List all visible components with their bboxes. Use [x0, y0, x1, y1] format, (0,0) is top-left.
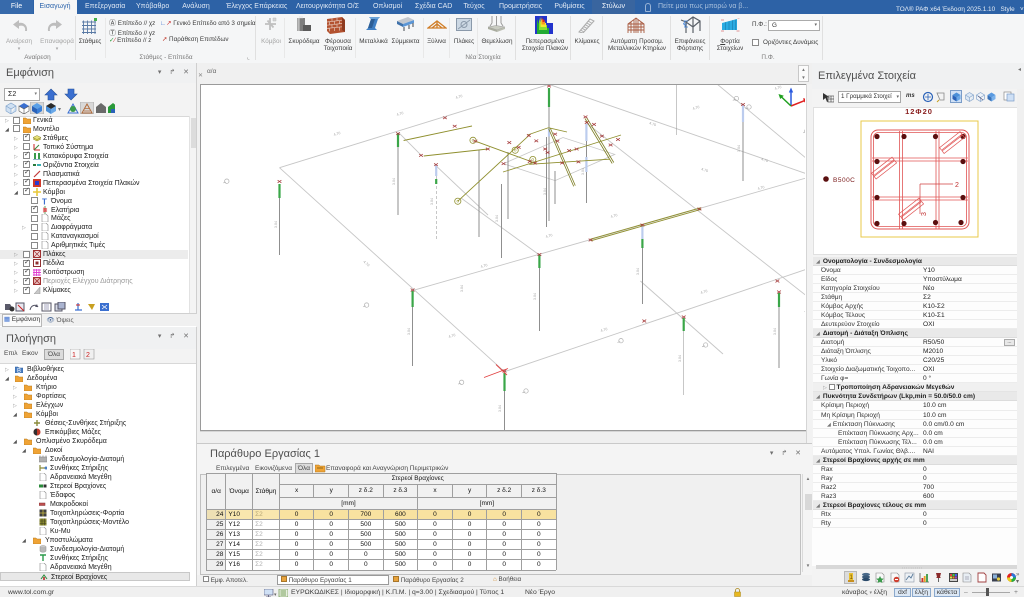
svg-text:2: 2	[955, 182, 959, 189]
svg-text:4.70: 4.70	[545, 233, 553, 239]
svg-text:3.04: 3.04	[495, 215, 499, 222]
svg-text:3.04: 3.04	[543, 188, 547, 195]
svg-text:3.04: 3.04	[430, 198, 434, 205]
svg-text:3: 3	[921, 212, 928, 216]
svg-text:1: 1	[72, 352, 76, 359]
svg-text:4.70: 4.70	[455, 94, 463, 100]
svg-text:4.70: 4.70	[396, 111, 404, 117]
svg-text:4.70: 4.70	[692, 105, 700, 111]
svg-text:4.70: 4.70	[610, 213, 618, 219]
svg-text:Β500C: Β500C	[833, 177, 855, 184]
svg-text:3.04: 3.04	[581, 168, 585, 175]
svg-text:3.04: 3.04	[460, 285, 464, 292]
svg-text:3.04: 3.04	[498, 405, 502, 412]
svg-text:▾: ▾	[274, 592, 277, 597]
svg-text:4.70: 4.70	[600, 327, 608, 333]
svg-text:3.04: 3.04	[678, 355, 682, 362]
svg-text:▾: ▾	[58, 107, 61, 113]
svg-text:4.70: 4.70	[480, 263, 488, 269]
svg-text:4.70: 4.70	[448, 333, 456, 339]
svg-text:12Φ20: 12Φ20	[905, 107, 933, 116]
svg-text:4.70: 4.70	[362, 260, 370, 268]
svg-text:4.70: 4.70	[700, 289, 708, 295]
svg-text:4.70: 4.70	[774, 85, 782, 91]
svg-text:4.70: 4.70	[761, 157, 769, 163]
svg-text:2: 2	[86, 352, 90, 359]
svg-text:3.04: 3.04	[274, 221, 278, 228]
svg-text:3.04: 3.04	[407, 328, 411, 335]
svg-text:3.04: 3.04	[392, 178, 396, 185]
svg-text:3.04: 3.04	[533, 293, 537, 300]
svg-text:3.04: 3.04	[737, 145, 741, 152]
svg-text:3.04: 3.04	[636, 268, 640, 275]
svg-text:4.70: 4.70	[333, 131, 341, 137]
svg-text:T: T	[42, 197, 47, 205]
svg-text:4.70: 4.70	[649, 121, 657, 127]
svg-text:4.70: 4.70	[701, 167, 709, 173]
svg-text:B: B	[17, 369, 21, 374]
svg-text:3.04: 3.04	[773, 328, 777, 335]
